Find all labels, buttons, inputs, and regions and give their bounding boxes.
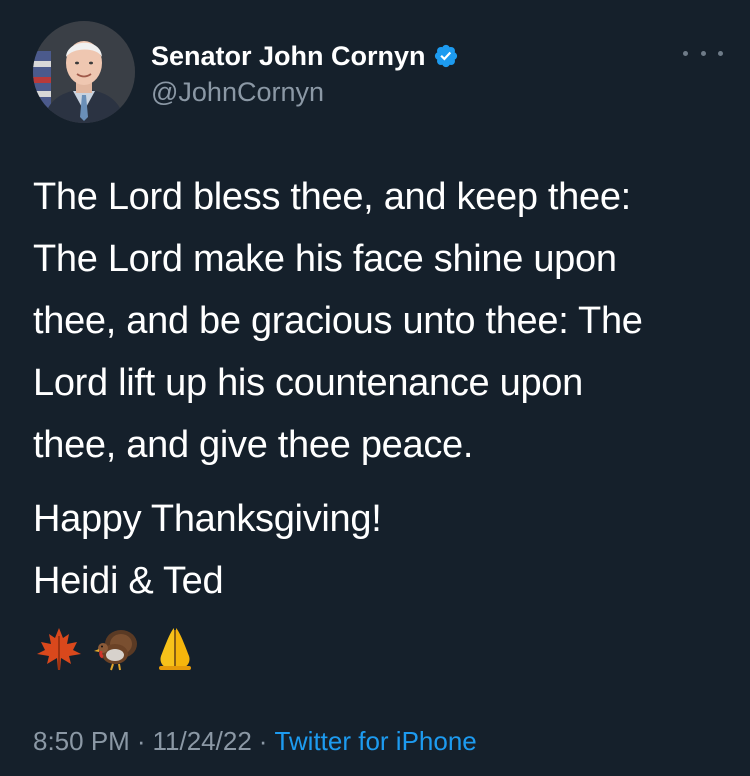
avatar-image bbox=[33, 21, 135, 123]
tweet-line: The Lord bless thee, and keep thee: bbox=[33, 176, 631, 218]
more-options-icon[interactable] bbox=[683, 43, 723, 63]
tweet-line: thee, and give thee peace. bbox=[33, 424, 474, 466]
tweet-line: Heidi & Ted bbox=[33, 560, 224, 602]
tweet-date: 11/24/22 bbox=[152, 726, 252, 756]
tweet-header: Senator John Cornyn @JohnCornyn bbox=[33, 21, 723, 125]
author-names: Senator John Cornyn @JohnCornyn bbox=[151, 39, 459, 108]
tweet-line: thee, and be gracious unto thee: The bbox=[33, 300, 643, 342]
turkey-icon bbox=[94, 630, 137, 671]
folded-hands-icon bbox=[159, 628, 191, 670]
avatar[interactable] bbox=[33, 21, 135, 123]
meta-separator: · bbox=[258, 726, 268, 756]
tweet-text: The Lord bless thee, and keep thee: The … bbox=[33, 166, 723, 612]
verified-badge-icon bbox=[433, 43, 459, 69]
tweet-source-link[interactable]: Twitter for iPhone bbox=[274, 726, 476, 756]
display-name-row: Senator John Cornyn bbox=[151, 39, 459, 73]
author-handle[interactable]: @JohnCornyn bbox=[151, 77, 459, 108]
tweet-line: Happy Thanksgiving! bbox=[33, 498, 382, 540]
tweet-time: 8:50 PM bbox=[33, 726, 130, 756]
maple-leaf-icon bbox=[37, 628, 81, 670]
tweet: Senator John Cornyn @JohnCornyn The Lord… bbox=[0, 0, 750, 776]
display-name[interactable]: Senator John Cornyn bbox=[151, 41, 426, 72]
tweet-paragraph: Happy Thanksgiving! Heidi & Ted bbox=[33, 488, 723, 612]
emoji-row bbox=[33, 622, 201, 674]
tweet-line: Lord lift up his countenance upon bbox=[33, 362, 583, 404]
meta-separator: · bbox=[136, 726, 146, 756]
tweet-meta: 8:50 PM · 11/24/22 · Twitter for iPhone bbox=[33, 726, 477, 757]
tweet-paragraph: The Lord bless thee, and keep thee: The … bbox=[33, 166, 723, 476]
tweet-line: The Lord make his face shine upon bbox=[33, 238, 617, 280]
